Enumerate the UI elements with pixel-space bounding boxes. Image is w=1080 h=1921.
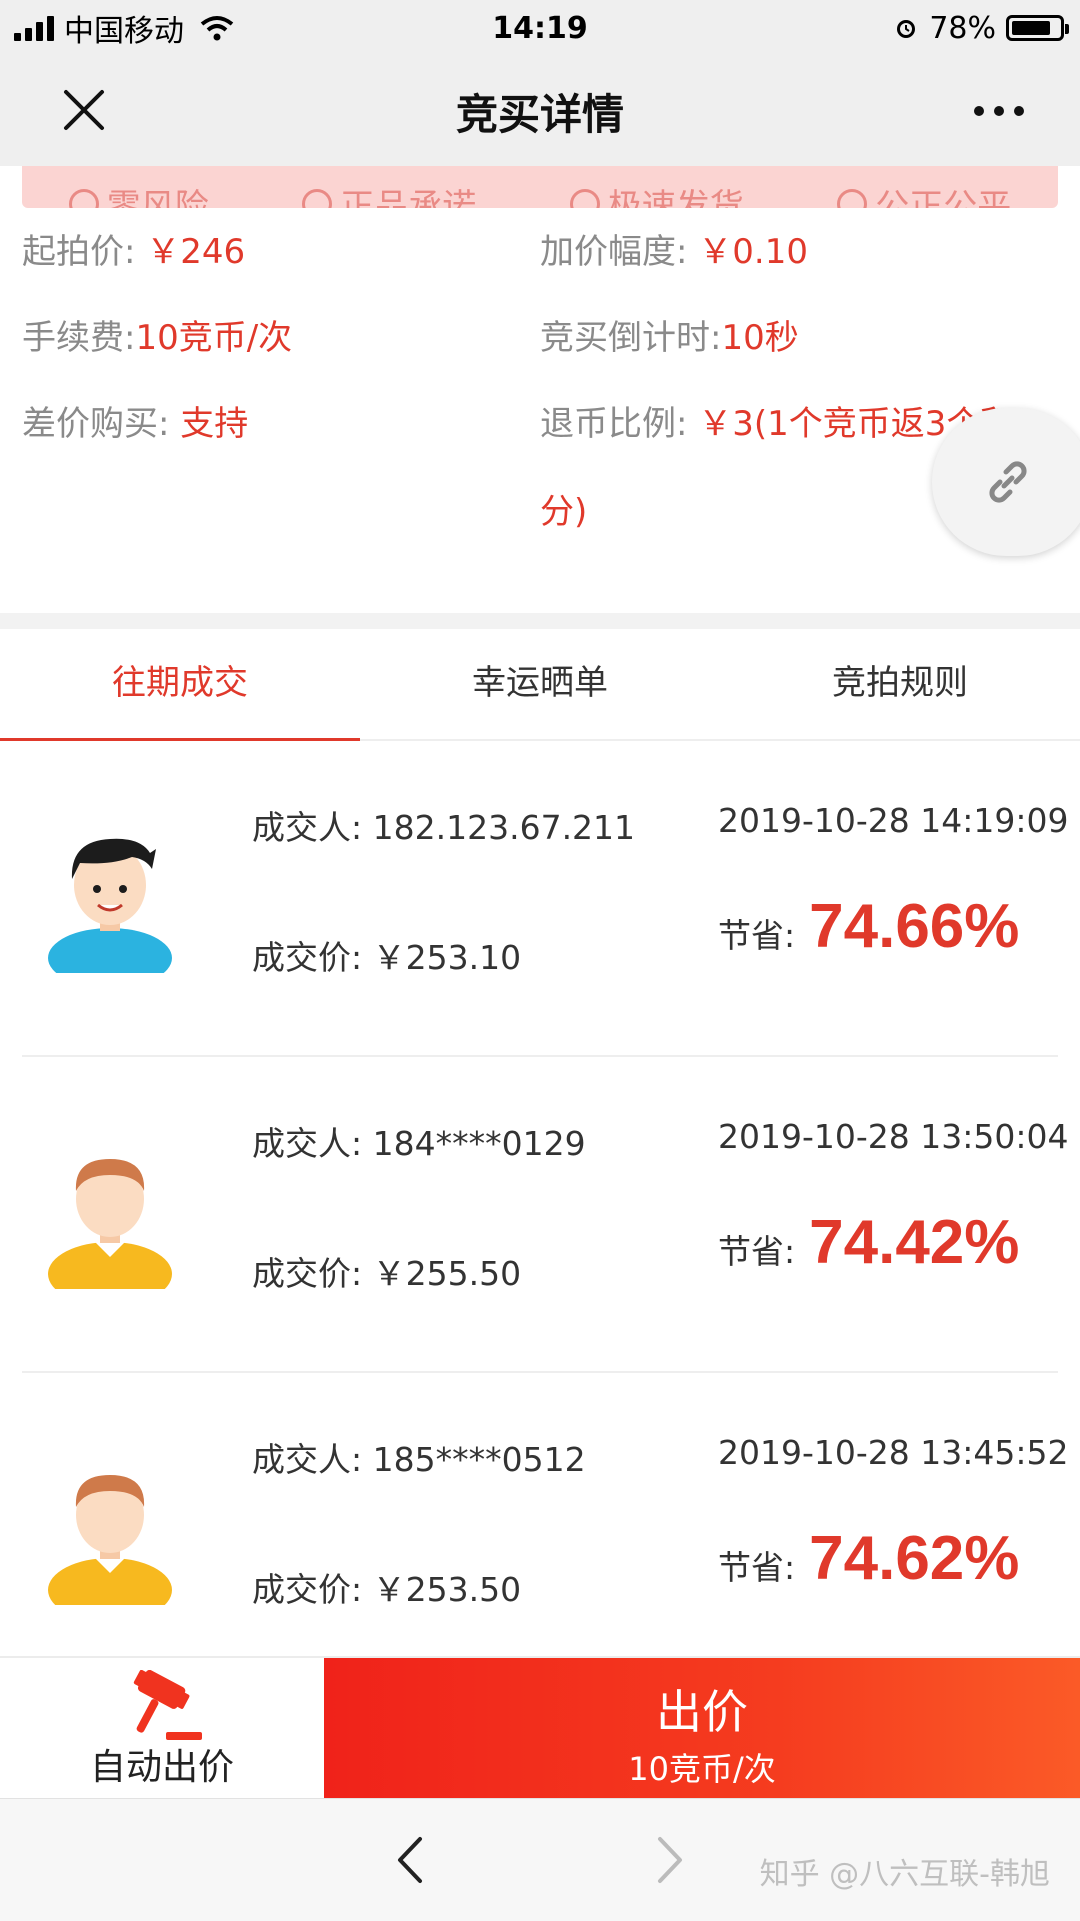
nav-bar: 竞买详情 bbox=[0, 56, 1080, 166]
deal-time: 2019-10-28 13:45:52 bbox=[718, 1433, 1069, 1472]
avatar bbox=[48, 838, 172, 973]
countdown: 竞买倒计时:10秒 bbox=[540, 318, 799, 358]
bid-label: 出价 bbox=[656, 1685, 748, 1739]
bid-button[interactable]: 出价 10竞币/次 bbox=[324, 1658, 1080, 1800]
buyer-field: 成交人: 185****0512 bbox=[252, 1440, 586, 1479]
page-title: 竞买详情 bbox=[455, 89, 624, 139]
check-circle-icon bbox=[68, 188, 99, 208]
tab-past-deals[interactable]: 往期成交 bbox=[0, 629, 360, 739]
back-arrow-icon[interactable] bbox=[392, 1833, 428, 1887]
more-icon[interactable] bbox=[974, 106, 1024, 116]
saving-field: 节省: 74.62% bbox=[718, 1524, 1020, 1593]
promise-item: 正品承诺 bbox=[302, 179, 476, 208]
alarm-icon bbox=[897, 20, 916, 38]
price-increment: 加价幅度: ￥0.10 bbox=[540, 232, 808, 272]
auto-bid-label: 自动出价 bbox=[89, 1747, 234, 1788]
saving-field: 节省: 74.42% bbox=[718, 1208, 1020, 1277]
bid-action-bar: 自动出价 出价 10竞币/次 bbox=[0, 1656, 1080, 1800]
link-icon bbox=[989, 461, 1027, 503]
section-divider bbox=[0, 613, 1080, 629]
deal-time: 2019-10-28 14:19:09 bbox=[718, 801, 1069, 840]
forward-arrow-icon[interactable] bbox=[652, 1833, 688, 1887]
check-circle-icon bbox=[837, 188, 868, 208]
buyer-field: 成交人: 182.123.67.211 bbox=[252, 808, 636, 847]
status-right: 78% bbox=[893, 10, 1069, 46]
watermark: 知乎 @八六互联-韩旭 bbox=[759, 1857, 1050, 1892]
promise-item: 极速发货 bbox=[569, 179, 744, 208]
close-icon[interactable] bbox=[60, 86, 108, 134]
promise-strip: 零风险 正品承诺 极速发货 公正公平 bbox=[22, 166, 1058, 208]
status-bar: 中国移动 14:19 78% bbox=[0, 0, 1080, 56]
share-link-button[interactable] bbox=[932, 408, 1080, 556]
deal-price: 成交价: ￥255.50 bbox=[252, 1254, 522, 1293]
start-price: 起拍价: ￥246 bbox=[22, 232, 246, 272]
saving-field: 节省: 74.66% bbox=[718, 892, 1020, 961]
avatar bbox=[48, 1159, 172, 1289]
list-item[interactable]: 成交人: 185****0512 2019-10-28 13:45:52 成交价… bbox=[0, 1373, 1080, 1689]
tab-lucky-share[interactable]: 幸运晒单 bbox=[360, 629, 720, 739]
gavel-icon bbox=[133, 1670, 202, 1740]
promise-item: 零风险 bbox=[68, 179, 209, 208]
list-item[interactable]: 成交人: 182.123.67.211 2019-10-28 14:19:09 … bbox=[0, 741, 1080, 1057]
check-circle-icon bbox=[569, 188, 600, 208]
promise-item: 公正公平 bbox=[837, 179, 1011, 208]
auction-info: 起拍价: ￥246 加价幅度: ￥0.10 手续费:10竞币/次 竞买倒计时:1… bbox=[0, 208, 1080, 613]
bid-cost: 10竞币/次 bbox=[628, 1750, 776, 1788]
buyer-field: 成交人: 184****0129 bbox=[252, 1124, 586, 1163]
diff-purchase: 差价购买: 支持 bbox=[22, 404, 249, 444]
deal-time: 2019-10-28 13:50:04 bbox=[718, 1117, 1069, 1156]
browser-toolbar: 知乎 @八六互联-韩旭 bbox=[0, 1798, 1080, 1921]
tab-bar: 往期成交 幸运晒单 竞拍规则 bbox=[0, 629, 1080, 741]
list-item[interactable]: 成交人: 184****0129 2019-10-28 13:50:04 成交价… bbox=[0, 1057, 1080, 1373]
refund-ratio-cont: 分) bbox=[540, 492, 588, 532]
deal-price: 成交价: ￥253.10 bbox=[252, 938, 522, 977]
handling-fee: 手续费:10竞币/次 bbox=[22, 318, 293, 358]
deal-record-list: 成交人: 182.123.67.211 2019-10-28 14:19:09 … bbox=[0, 741, 1080, 1689]
check-circle-icon bbox=[302, 188, 333, 208]
deal-price: 成交价: ￥253.50 bbox=[252, 1570, 522, 1609]
avatar bbox=[48, 1475, 172, 1605]
auto-bid-button[interactable]: 自动出价 bbox=[0, 1658, 324, 1800]
battery-icon bbox=[1006, 15, 1069, 41]
tab-rules[interactable]: 竞拍规则 bbox=[720, 629, 1080, 739]
battery-percent: 78% bbox=[929, 10, 996, 46]
